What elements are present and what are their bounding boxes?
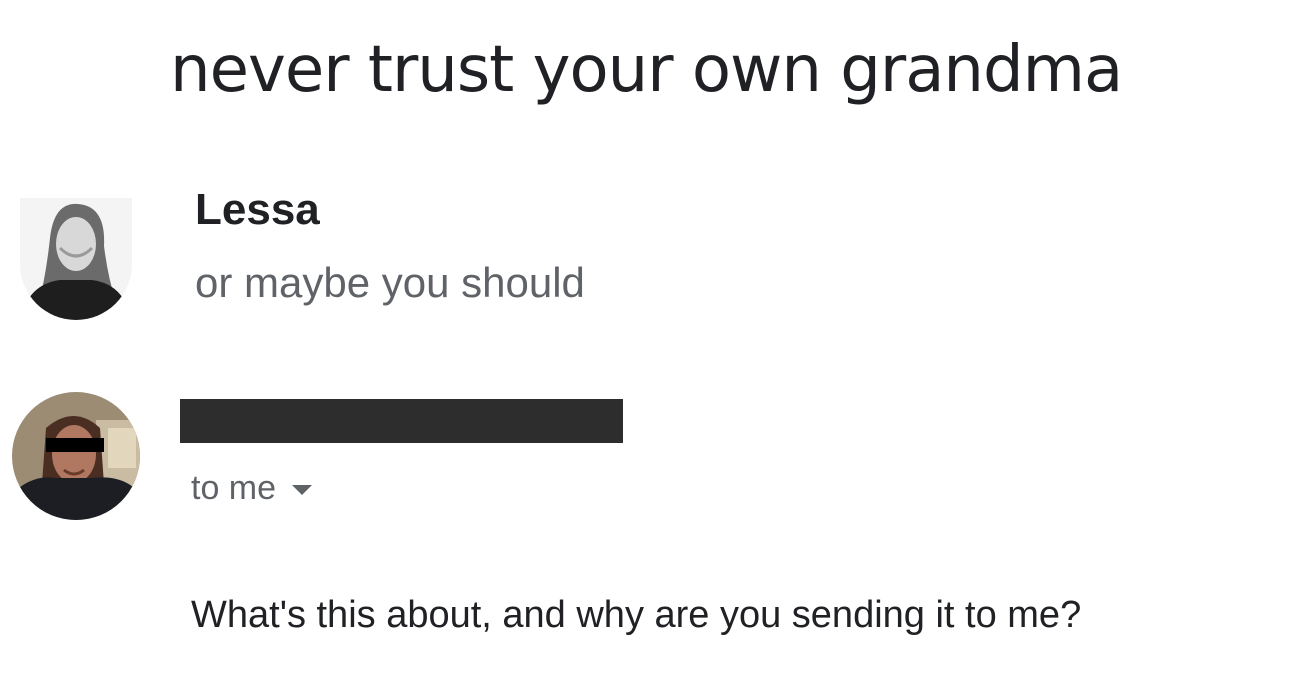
recipient-label: to me bbox=[191, 469, 277, 507]
sender-avatar[interactable] bbox=[12, 392, 140, 520]
recipient-details-toggle[interactable]: to me bbox=[191, 466, 313, 510]
avatar-photo-icon bbox=[20, 198, 132, 320]
caret-down-icon[interactable] bbox=[292, 485, 313, 495]
sender-avatar-lessa[interactable] bbox=[20, 198, 132, 320]
email-subject: never trust your own grandma bbox=[170, 33, 1123, 107]
avatar-photo-icon bbox=[12, 392, 140, 520]
message-snippet[interactable]: or maybe you should bbox=[195, 258, 585, 308]
message-body: What's this about, and why are you sendi… bbox=[191, 594, 1082, 636]
redacted-sender-name bbox=[180, 399, 623, 443]
sender-name[interactable]: Lessa bbox=[195, 184, 320, 236]
